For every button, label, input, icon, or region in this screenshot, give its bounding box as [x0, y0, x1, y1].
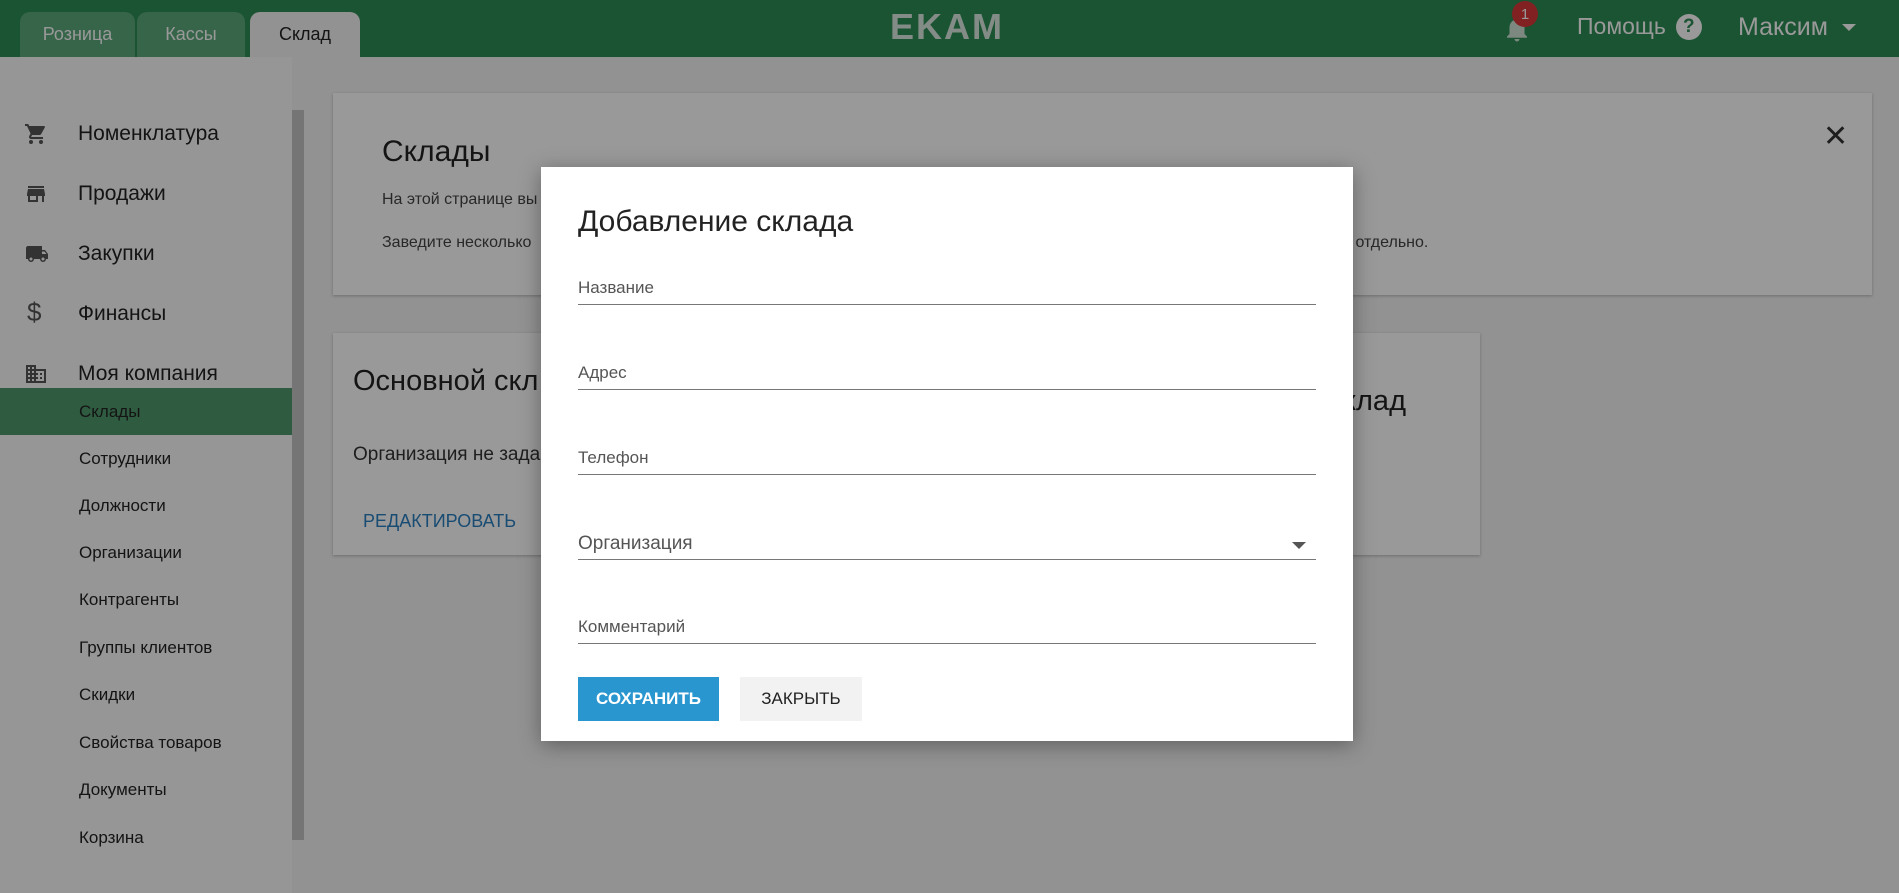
organization-select-label: Организация — [578, 533, 693, 554]
dialog-title: Добавление склада — [578, 205, 854, 238]
save-button[interactable]: СОХРАНИТЬ — [578, 677, 719, 721]
comment-field-label: Комментарий — [578, 617, 686, 636]
dropdown-arrow-icon — [1292, 542, 1306, 549]
phone-field-label: Телефон — [578, 448, 649, 467]
phone-field[interactable]: Телефон — [578, 424, 1316, 475]
address-field[interactable]: Адрес — [578, 339, 1316, 390]
address-field-label: Адрес — [578, 363, 627, 382]
add-warehouse-dialog: Добавление склада Название Адрес Телефон… — [541, 167, 1353, 741]
close-button[interactable]: ЗАКРЫТЬ — [740, 677, 862, 721]
comment-field[interactable]: Комментарий — [578, 593, 1316, 644]
name-field-label: Название — [578, 278, 654, 297]
organization-select[interactable]: Организация — [578, 509, 1316, 560]
name-field[interactable]: Название — [578, 254, 1316, 305]
